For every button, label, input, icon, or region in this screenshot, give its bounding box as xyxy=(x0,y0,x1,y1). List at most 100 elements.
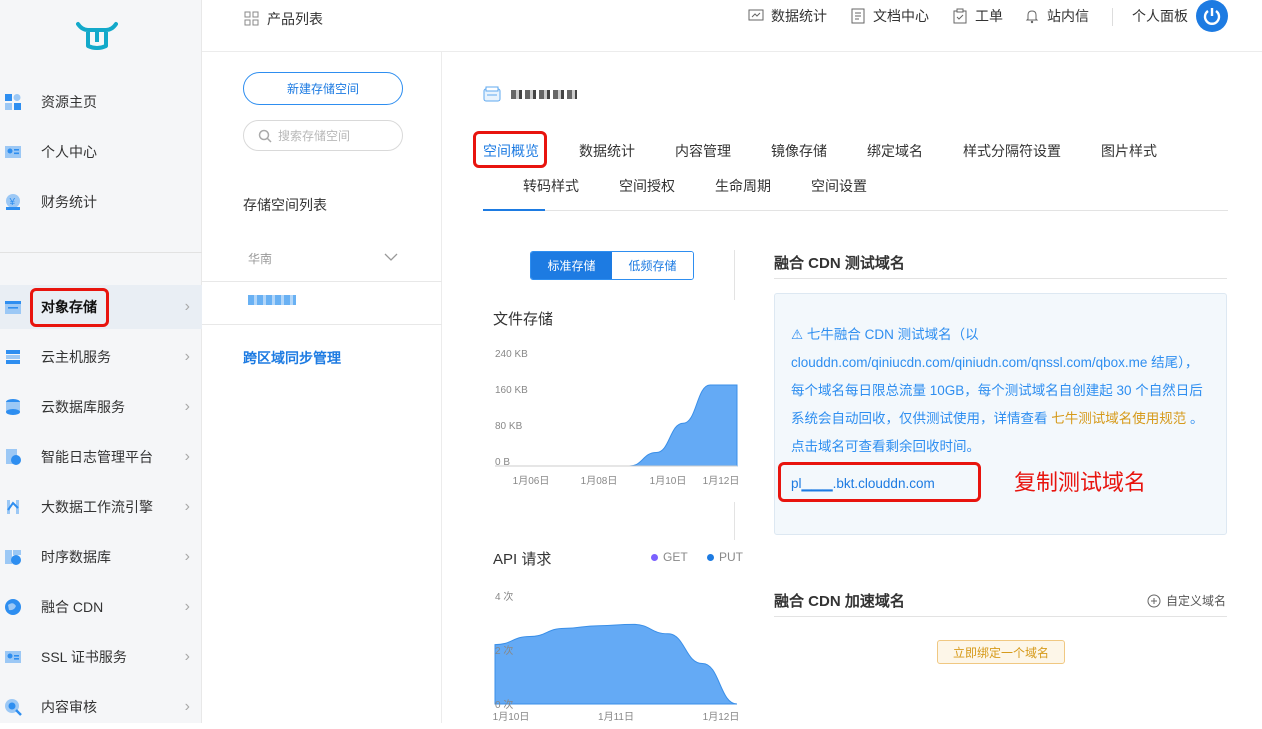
sidebar-item-workflow-engine[interactable]: 大数据工作流引擎 › xyxy=(0,485,202,529)
sidebar-item-cloud-host[interactable]: 云主机服务 › xyxy=(0,335,202,379)
cdn-test-divider xyxy=(774,278,1227,279)
grid-icon xyxy=(244,11,259,26)
cdn-test-title: 融合 CDN 测试域名 xyxy=(774,255,905,272)
tab-divider xyxy=(483,210,1228,211)
tab-5[interactable]: 绑定域名 xyxy=(867,141,923,161)
sidebar-item-cdn[interactable]: 融合 CDN › xyxy=(0,585,202,629)
bucket-list-item[interactable] xyxy=(202,283,442,325)
sidebar-item-timeseries-db[interactable]: 时序数据库 › xyxy=(0,535,202,579)
main-content: 空间概览 数据统计 内容管理 镜像存储 绑定域名 样式分隔符设置 图片样式转码样式 空间授权 生… xyxy=(443,52,1262,723)
docs-link[interactable]: 文档中心 xyxy=(850,0,929,32)
data-stats-label: 数据统计 xyxy=(771,8,827,24)
product-list-button[interactable]: 产品列表 xyxy=(244,3,323,35)
object-storage-icon xyxy=(4,298,22,316)
bucket-search-input[interactable]: 搜索存储空间 xyxy=(243,120,403,151)
cdn-accel-title: 融合 CDN 加速域名 xyxy=(774,593,905,610)
chevron-right-icon: › xyxy=(184,448,190,465)
region-select[interactable]: 华南 xyxy=(202,232,442,282)
low-frequency-storage-button[interactable]: 低频存储 xyxy=(612,252,693,279)
log-platform-icon xyxy=(4,448,22,466)
chart-icon xyxy=(748,9,764,21)
tab-6[interactable]: 样式分隔符设置 xyxy=(963,141,1061,161)
bucket-name-redacted xyxy=(248,295,296,305)
timeseries-db-icon xyxy=(4,548,22,566)
tab-9[interactable]: 空间授权 xyxy=(619,176,675,196)
x-tick-label: 1月11日 xyxy=(598,711,634,723)
standard-storage-button[interactable]: 标准存储 xyxy=(531,252,612,279)
personal-center-icon xyxy=(4,143,22,161)
get-legend-label: GET xyxy=(663,550,688,564)
put-legend-dot xyxy=(707,553,714,561)
y-tick-label: 4 次 xyxy=(495,590,513,603)
tab-3[interactable]: 内容管理 xyxy=(675,141,731,161)
chevron-right-icon: › xyxy=(184,298,190,315)
cloud-database-icon xyxy=(4,398,22,416)
cdn-accel-divider xyxy=(774,616,1227,617)
power-icon[interactable] xyxy=(1196,0,1228,32)
sidebar-item-label: 资源主页 xyxy=(41,94,97,110)
bucket-name-redacted xyxy=(511,89,577,99)
get-legend: GET xyxy=(651,550,688,564)
sidebar-item-label: 云数据库服务 xyxy=(41,399,125,415)
bucket-icon xyxy=(483,86,501,102)
search-icon xyxy=(258,129,272,143)
sidebar-item-label: SSL 证书服务 xyxy=(41,649,127,665)
sidebar-item-content-review[interactable]: 内容审核 › xyxy=(0,685,202,729)
sidebar-item-label: 对象存储 xyxy=(41,299,97,315)
sidebar-item-label: 融合 CDN xyxy=(41,599,104,615)
sidebar-item-personal-center[interactable]: 个人中心 xyxy=(0,130,202,174)
x-tick-label: 1月10日 xyxy=(493,711,529,723)
sidebar-item-label: 时序数据库 xyxy=(41,549,111,565)
sidebar-item-resource-home[interactable]: 资源主页 xyxy=(0,80,202,124)
tab-2[interactable]: 数据统计 xyxy=(579,141,635,161)
tickets-link[interactable]: 工单 xyxy=(952,0,1003,32)
inbox-link[interactable]: 站内信 xyxy=(1024,0,1089,32)
cross-region-sync-link[interactable]: 跨区域同步管理 xyxy=(243,348,341,368)
tab-10[interactable]: 生命周期 xyxy=(715,176,771,196)
vertical-divider xyxy=(734,502,735,540)
tab-4[interactable]: 镜像存储 xyxy=(771,141,827,161)
sidebar-item-log-platform[interactable]: 智能日志管理平台 › xyxy=(0,435,202,479)
cdn-icon xyxy=(4,598,22,616)
x-tick-label: 1月12日 xyxy=(703,711,740,723)
put-legend: PUT xyxy=(707,550,743,564)
sidebar-item-label: 智能日志管理平台 xyxy=(41,449,153,465)
bucket-title xyxy=(483,86,577,102)
ssl-icon xyxy=(4,648,22,666)
chevron-right-icon: › xyxy=(184,698,190,715)
file-storage-title: 文件存储 xyxy=(493,311,554,328)
sidebar-item-label: 大数据工作流引擎 xyxy=(41,499,153,515)
sidebar-item-cloud-database[interactable]: 云数据库服务 › xyxy=(0,385,202,429)
sidebar-item-ssl-certificate[interactable]: SSL 证书服务 › xyxy=(0,635,202,679)
region-label: 华南 xyxy=(248,252,273,266)
inbox-label: 站内信 xyxy=(1047,8,1089,24)
bell-icon xyxy=(1025,10,1039,24)
custom-domain-label: 自定义域名 xyxy=(1166,594,1227,608)
sidebar-item-object-storage[interactable]: 对象存储 › xyxy=(0,285,202,329)
chevron-right-icon: › xyxy=(184,548,190,565)
tab-7[interactable]: 图片样式 xyxy=(1101,141,1157,161)
new-bucket-button[interactable]: 新建存储空间 xyxy=(243,72,403,105)
cdn-test-rules-link[interactable]: 七牛测试域名使用规范 xyxy=(1051,411,1186,426)
get-legend-dot xyxy=(651,553,658,561)
bind-domain-button[interactable]: 立即绑定一个域名 xyxy=(937,640,1065,664)
vertical-divider xyxy=(734,250,735,300)
tab-11[interactable]: 空间设置 xyxy=(811,176,867,196)
custom-domain-button[interactable]: 自定义域名 xyxy=(1147,592,1226,609)
data-stats-link[interactable]: 数据统计 xyxy=(748,0,827,32)
tab-1[interactable]: 空间概览 xyxy=(483,141,539,161)
storage-type-toggle: 标准存储 低频存储 xyxy=(530,251,694,280)
put-legend-label: PUT xyxy=(719,550,743,564)
qiniu-logo-icon[interactable] xyxy=(76,20,118,53)
clipboard-icon xyxy=(953,8,967,24)
sidebar-item-finance-stats[interactable]: ¥ 财务统计 xyxy=(0,180,202,224)
cloud-host-icon xyxy=(4,348,22,366)
api-requests-title: API 请求 xyxy=(493,551,552,568)
sidebar-item-label: 财务统计 xyxy=(41,194,97,210)
personal-panel-link[interactable]: 个人面板 xyxy=(1132,0,1188,32)
chevron-right-icon: › xyxy=(184,398,190,415)
api-requests-chart: 4 次 2 次 0 次1月10日 1月11日 1月12日 xyxy=(493,590,740,723)
test-domain-link[interactable]: pl▁▁▁.bkt.clouddn.com xyxy=(791,476,935,492)
tab-8[interactable]: 转码样式 xyxy=(523,176,579,196)
file-storage-chart: 240 KB160 KB80 KB0 B1月06日 1月08日 1月10日 1月12日 xyxy=(495,349,739,487)
